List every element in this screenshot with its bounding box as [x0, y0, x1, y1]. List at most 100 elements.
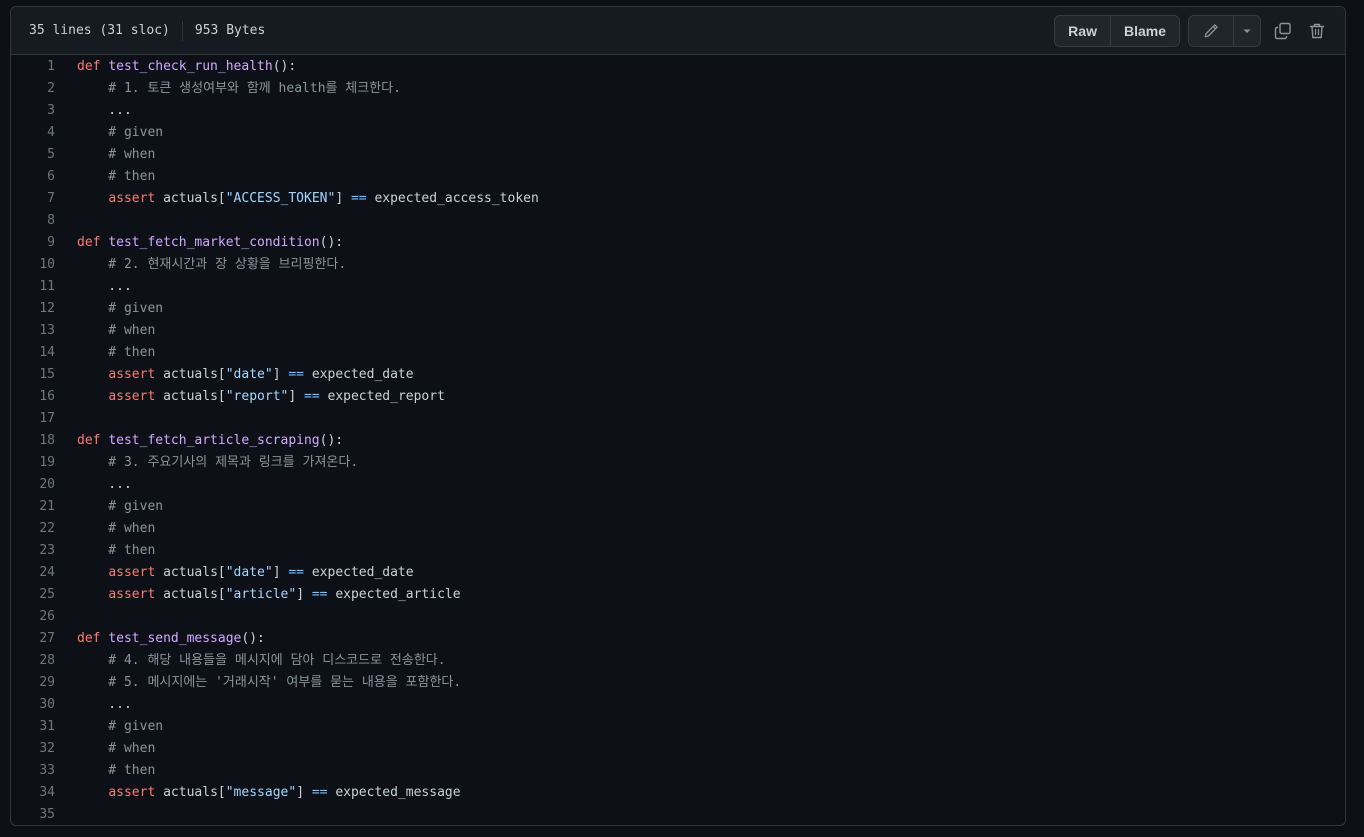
line-number[interactable]: 1: [11, 56, 55, 78]
code-token: # 5. 메시지에는 '거래시작' 여부를 묻는 내용을 포함한다.: [77, 675, 462, 690]
line-number[interactable]: 14: [11, 342, 55, 364]
line-code: # when: [55, 144, 155, 166]
line-code: # then: [55, 342, 155, 364]
line-number[interactable]: 13: [11, 320, 55, 342]
code-token: test_fetch_market_condition: [108, 235, 320, 250]
line-number[interactable]: 33: [11, 760, 55, 782]
line-number[interactable]: 29: [11, 672, 55, 694]
line-number[interactable]: 27: [11, 628, 55, 650]
code-token: test_fetch_article_scraping: [108, 433, 320, 448]
line-number[interactable]: 25: [11, 584, 55, 606]
line-number[interactable]: 5: [11, 144, 55, 166]
code-token: ==: [304, 389, 320, 404]
code-token: expected_report: [319, 389, 445, 404]
line-number[interactable]: 10: [11, 254, 55, 276]
line-number[interactable]: 8: [11, 210, 55, 232]
code-token: # given: [77, 499, 164, 514]
code-token: "date": [225, 565, 273, 580]
code-token: expected_date: [304, 367, 414, 382]
code-token: test_check_run_health: [108, 59, 273, 74]
code-token: # then: [77, 345, 156, 360]
line-number[interactable]: 17: [11, 408, 55, 430]
code-token: expected_access_token: [366, 191, 539, 206]
line-number[interactable]: 30: [11, 694, 55, 716]
code-token: "date": [225, 367, 273, 382]
line-number[interactable]: 22: [11, 518, 55, 540]
line-number[interactable]: 26: [11, 606, 55, 628]
line-number[interactable]: 21: [11, 496, 55, 518]
edit-button[interactable]: [1189, 15, 1233, 46]
line-code: ...: [55, 100, 132, 122]
line-number[interactable]: 15: [11, 364, 55, 386]
line-count: 35 lines (31 sloc): [29, 23, 170, 38]
code-line: 21 # given: [11, 496, 1345, 518]
code-line: 16 assert actuals["report"] == expected_…: [11, 386, 1345, 408]
code-token: ==: [350, 191, 367, 206]
line-code: # 5. 메시지에는 '거래시작' 여부를 묻는 내용을 포함한다.: [55, 672, 461, 694]
code-line: 7 assert actuals["ACCESS_TOKEN"] == expe…: [11, 188, 1345, 210]
divider: [181, 20, 183, 41]
code-line: 9 def test_fetch_market_condition():: [11, 232, 1345, 254]
code-token: ]: [335, 191, 351, 206]
line-number[interactable]: 18: [11, 430, 55, 452]
line-code: def test_fetch_article_scraping():: [55, 430, 343, 452]
line-number[interactable]: 9: [11, 232, 55, 254]
code-token: actuals[: [155, 587, 226, 602]
line-number[interactable]: 23: [11, 540, 55, 562]
code-token: def: [77, 631, 101, 646]
line-number[interactable]: 20: [11, 474, 55, 496]
code-token: ...: [77, 477, 132, 492]
line-number[interactable]: 6: [11, 166, 55, 188]
line-code: # when: [55, 320, 155, 342]
trash-icon: [1309, 23, 1325, 38]
line-code: assert actuals["date"] == expected_date: [55, 364, 414, 386]
delete-button[interactable]: [1305, 19, 1329, 43]
code-token: assert: [108, 565, 156, 580]
code-line: 15 assert actuals["date"] == expected_da…: [11, 364, 1345, 386]
raw-button[interactable]: Raw: [1055, 15, 1110, 46]
line-code: ...: [55, 694, 132, 716]
line-number[interactable]: 11: [11, 276, 55, 298]
code-token: "article": [225, 587, 297, 602]
line-number[interactable]: 31: [11, 716, 55, 738]
file-header: 35 lines (31 sloc) 953 Bytes Raw Blame: [11, 7, 1345, 55]
code-token: # when: [77, 147, 156, 162]
copy-button[interactable]: [1271, 19, 1295, 43]
blame-button[interactable]: Blame: [1109, 15, 1179, 46]
code-token: ():: [272, 59, 297, 74]
line-number[interactable]: 3: [11, 100, 55, 122]
edit-dropdown-button[interactable]: [1233, 15, 1260, 46]
code-line: 26: [11, 606, 1345, 628]
code-line: 31 # given: [11, 716, 1345, 738]
code-line: 11 ...: [11, 276, 1345, 298]
line-number[interactable]: 16: [11, 386, 55, 408]
line-number[interactable]: 24: [11, 562, 55, 584]
line-number[interactable]: 35: [11, 804, 55, 825]
line-number[interactable]: 12: [11, 298, 55, 320]
line-code: assert actuals["date"] == expected_date: [55, 562, 413, 584]
code-line: 35: [11, 804, 1345, 825]
code-token: ==: [311, 785, 328, 800]
code-line: 13 # when: [11, 320, 1345, 342]
line-number[interactable]: 34: [11, 782, 55, 804]
code-token: # then: [77, 543, 156, 558]
code-token: ]: [296, 785, 312, 800]
code-line: 10 # 2. 현재시간과 장 상황을 브리핑한다.: [11, 254, 1345, 276]
code-line: 1 def test_check_run_health():: [11, 56, 1345, 78]
code-line: 24 assert actuals["date"] == expected_da…: [11, 562, 1345, 584]
line-number[interactable]: 32: [11, 738, 55, 760]
line-number[interactable]: 19: [11, 452, 55, 474]
line-number[interactable]: 4: [11, 122, 55, 144]
line-number[interactable]: 2: [11, 78, 55, 100]
line-number[interactable]: 7: [11, 188, 55, 210]
file-info: 35 lines (31 sloc) 953 Bytes: [29, 20, 265, 41]
code-token: actuals[: [155, 191, 226, 206]
line-code: # when: [55, 738, 155, 760]
line-code: assert actuals["report"] == expected_rep…: [55, 386, 445, 408]
code-token: # 4. 해당 내용들을 메시지에 담아 디스코드로 전송한다.: [77, 653, 446, 668]
line-number[interactable]: 28: [11, 650, 55, 672]
